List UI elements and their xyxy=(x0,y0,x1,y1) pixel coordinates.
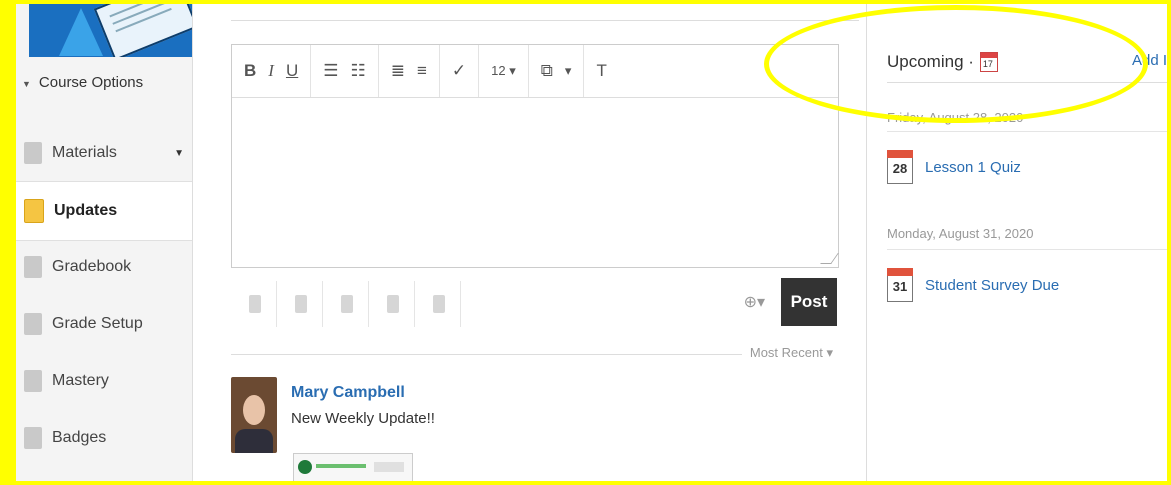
toolbar-separator xyxy=(276,281,277,327)
caret-down-icon: ▼ xyxy=(22,79,31,89)
toolbar-separator xyxy=(377,45,379,97)
update-editor[interactable]: B I U ☰ ☷ ≣ ≡ ✓ 12 ▾ ⧉ ▾ T xyxy=(231,44,839,268)
event-item[interactable]: 28 Lesson 1 Quiz xyxy=(887,150,1021,184)
attach-link-icon[interactable] xyxy=(295,295,307,313)
event-item[interactable]: 31 Student Survey Due xyxy=(887,268,1059,302)
italic-button[interactable]: I xyxy=(268,45,274,97)
sidebar-item-materials[interactable]: Materials ▼ xyxy=(16,124,192,182)
avatar xyxy=(231,377,277,453)
toolbar-separator xyxy=(322,281,323,327)
course-options-toggle[interactable]: ▼ Course Options xyxy=(22,74,143,91)
attachment-bar: ⊕▾ Post xyxy=(231,278,837,330)
attach-pen-icon[interactable] xyxy=(387,295,399,313)
updates-icon xyxy=(24,199,44,223)
toolbar-separator xyxy=(460,281,461,327)
calendar-icon: 28 xyxy=(887,150,913,184)
upcoming-title-text: Upcoming · xyxy=(887,52,974,71)
outdent-icon[interactable]: ≡ xyxy=(417,45,427,97)
font-size-select[interactable]: 12 ▾ xyxy=(491,45,516,97)
thumbnail-bar xyxy=(316,464,366,468)
editor-toolbar: B I U ☰ ☷ ≣ ≡ ✓ 12 ▾ ⧉ ▾ T xyxy=(232,45,838,98)
updates-main: B I U ☰ ☷ ≣ ≡ ✓ 12 ▾ ⧉ ▾ T ⊕▾ Post Most … xyxy=(193,0,863,485)
sidebar-item-label: Mastery xyxy=(52,372,109,389)
sidebar-item-label: Badges xyxy=(52,429,107,446)
course-banner xyxy=(29,0,192,57)
divider xyxy=(887,249,1171,250)
grade-setup-icon xyxy=(24,313,42,335)
sidebar-item-updates[interactable]: Updates xyxy=(16,181,192,241)
post-button[interactable]: Post xyxy=(781,278,837,326)
sidebar-item-label: Gradebook xyxy=(52,258,132,275)
add-event-link[interactable]: Add I xyxy=(1132,52,1167,69)
divider xyxy=(887,82,1171,83)
event-day: 31 xyxy=(892,279,908,294)
insert-icon[interactable]: ⧉ xyxy=(541,45,553,97)
toolbar-separator xyxy=(478,45,480,97)
underline-button[interactable]: U xyxy=(286,45,298,97)
sidebar-item-grade-setup[interactable]: Grade Setup xyxy=(16,295,192,353)
avatar-face xyxy=(243,395,265,425)
bold-button[interactable]: B xyxy=(244,45,256,97)
attach-resource-icon[interactable] xyxy=(341,295,353,313)
date-heading: Friday, August 28, 2020 xyxy=(887,110,1024,125)
bullet-list-icon[interactable]: ☰ xyxy=(323,45,338,97)
toolbar-separator xyxy=(368,281,369,327)
event-link[interactable]: Lesson 1 Quiz xyxy=(925,159,1021,176)
date-heading: Monday, August 31, 2020 xyxy=(887,226,1034,241)
post-author-link[interactable]: Mary Campbell xyxy=(291,384,405,402)
calendar-icon: 31 xyxy=(887,268,913,302)
insert-dropdown[interactable]: ▾ xyxy=(565,45,572,97)
badges-icon xyxy=(24,427,42,449)
sidebar-item-badges[interactable]: Badges xyxy=(16,409,192,467)
toolbar-separator xyxy=(438,45,440,97)
clear-format-button[interactable]: T xyxy=(596,45,606,97)
upcoming-title: Upcoming · 17 xyxy=(887,52,998,72)
toolbar-separator xyxy=(414,281,415,327)
event-link[interactable]: Student Survey Due xyxy=(925,277,1059,294)
emoji-icon[interactable]: ⊕▾ xyxy=(744,292,765,312)
post-text: New Weekly Update!! xyxy=(291,410,435,427)
sidebar-item-label: Materials xyxy=(52,144,117,161)
divider xyxy=(887,131,1171,132)
spellcheck-icon[interactable]: ✓ xyxy=(452,45,466,97)
sidebar-item-gradebook[interactable]: Gradebook xyxy=(16,238,192,296)
event-day: 28 xyxy=(892,161,908,176)
calendar-icon[interactable]: 17 xyxy=(979,52,998,72)
sidebar-item-label: Grade Setup xyxy=(52,315,143,332)
globe-icon xyxy=(298,460,312,474)
calendar-icon-day: 17 xyxy=(982,59,993,69)
upcoming-panel: Upcoming · 17 Add I Friday, August 28, 2… xyxy=(866,0,1171,485)
thumbnail-bar xyxy=(374,462,404,472)
numbered-list-icon[interactable]: ☷ xyxy=(350,45,365,97)
toolbar-separator xyxy=(310,45,312,97)
gradebook-icon xyxy=(24,256,42,278)
chevron-down-icon[interactable]: ▼ xyxy=(174,148,184,159)
materials-icon xyxy=(24,142,42,164)
resize-handle-icon[interactable] xyxy=(820,253,839,264)
indent-icon[interactable]: ≣ xyxy=(391,45,405,97)
avatar-shirt xyxy=(235,429,273,453)
attach-file-icon[interactable] xyxy=(249,295,261,313)
mastery-icon xyxy=(24,370,42,392)
post-attachment-thumbnail[interactable] xyxy=(293,453,413,483)
sort-dropdown[interactable]: Most Recent ▾ xyxy=(741,345,841,361)
divider xyxy=(231,20,859,21)
course-sidebar: ▼ Course Options Materials ▼ Updates Grad… xyxy=(16,0,193,485)
sidebar-item-mastery[interactable]: Mastery xyxy=(16,352,192,410)
toolbar-separator xyxy=(583,45,585,97)
attach-document-icon[interactable] xyxy=(433,295,445,313)
sidebar-item-label: Updates xyxy=(54,202,118,219)
course-options-label: Course Options xyxy=(38,74,144,91)
toolbar-separator xyxy=(527,45,529,97)
banner-book-icon xyxy=(93,0,192,57)
